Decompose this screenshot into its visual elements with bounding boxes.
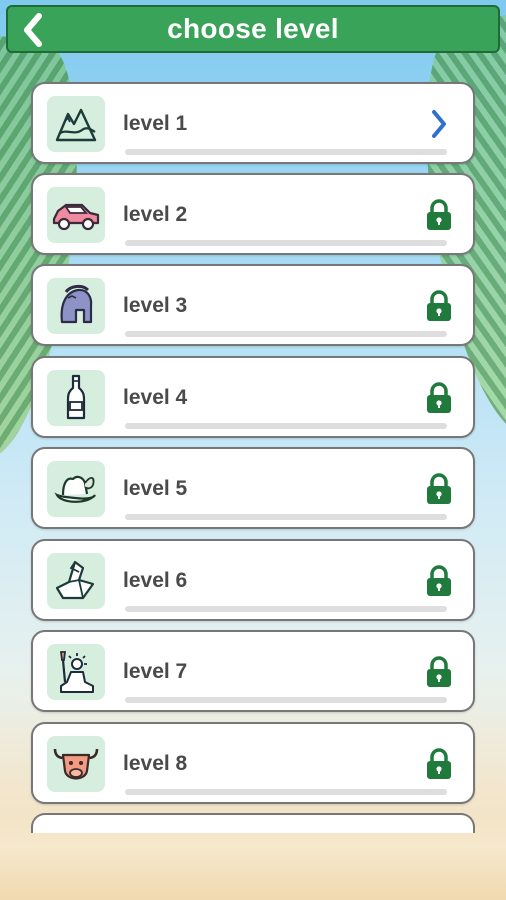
spartan-helmet-icon: [60, 284, 93, 324]
level-progress-bar: [125, 789, 447, 795]
level-card-2[interactable]: level 2: [31, 173, 475, 255]
level-status: [423, 746, 455, 782]
level-status: [423, 471, 455, 507]
header-bar: choose level: [6, 5, 500, 53]
level-label: level 2: [123, 203, 188, 226]
level-card-4[interactable]: level 4: [31, 356, 475, 438]
level-status: [423, 563, 455, 599]
level-progress-bar: [125, 240, 447, 246]
level-card-7[interactable]: level 7: [31, 630, 475, 712]
level-icon-box: [47, 644, 105, 700]
origami-bird-icon: [55, 560, 95, 600]
level-label: level 3: [123, 294, 188, 317]
level-status: [423, 288, 455, 324]
back-button[interactable]: [18, 11, 48, 49]
mountains-icon: [55, 108, 97, 142]
level-progress-bar: [125, 331, 447, 337]
level-status: [423, 197, 455, 233]
level-icon-box: [47, 553, 105, 609]
level-card-partial[interactable]: [31, 813, 475, 833]
hat-icon: [54, 475, 96, 503]
chevron-right-icon: [432, 110, 446, 138]
level-icon-box: [47, 736, 105, 792]
level-icon-box: [47, 187, 105, 243]
car-icon: [52, 203, 100, 231]
level-progress-bar: [125, 606, 447, 612]
lock-icon: [427, 290, 451, 321]
level-icon-box: [47, 370, 105, 426]
level-card-5[interactable]: level 5: [31, 447, 475, 529]
level-icon-box: [47, 278, 105, 334]
level-label: level 5: [123, 477, 188, 500]
page-title: choose level: [167, 13, 339, 44]
level-card-3[interactable]: level 3: [31, 264, 475, 346]
level-progress-bar: [125, 423, 447, 429]
bull-icon: [53, 748, 99, 780]
level-label: level 1: [123, 112, 188, 135]
lock-icon: [427, 565, 451, 596]
level-icon-box: [47, 96, 105, 152]
bottle-icon: [66, 374, 86, 420]
level-icon-box: [47, 461, 105, 517]
statue-of-liberty-icon: [59, 651, 94, 693]
level-progress-bar: [125, 149, 447, 155]
lock-icon: [427, 199, 451, 230]
lock-icon: [427, 473, 451, 504]
level-label: level 8: [123, 752, 188, 775]
lock-icon: [427, 656, 451, 687]
level-label: level 4: [123, 386, 188, 409]
level-status: [423, 380, 455, 416]
lock-icon: [427, 748, 451, 779]
chevron-left-icon: [24, 13, 42, 47]
level-card-6[interactable]: level 6: [31, 539, 475, 621]
level-label: level 7: [123, 660, 188, 683]
level-status: [423, 106, 455, 142]
level-status: [423, 654, 455, 690]
level-progress-bar: [125, 514, 447, 520]
lock-icon: [427, 382, 451, 413]
level-label: level 6: [123, 569, 188, 592]
level-progress-bar: [125, 697, 447, 703]
level-card-8[interactable]: level 8: [31, 722, 475, 804]
level-card-1[interactable]: level 1: [31, 82, 475, 164]
